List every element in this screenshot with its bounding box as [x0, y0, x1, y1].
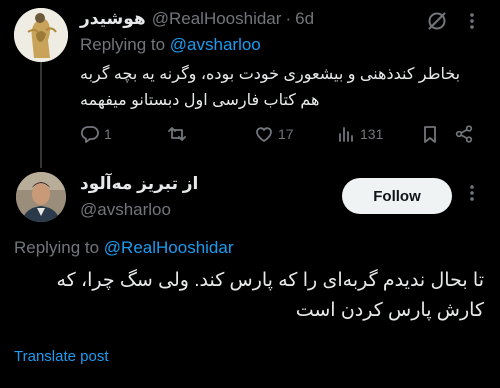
- handle[interactable]: @avsharloo: [80, 200, 171, 220]
- tweet-text: بخاطر کندذهنی و بیشعوری خودت بوده، وگرنه…: [80, 62, 484, 114]
- reply-tweet[interactable]: هوشیدر @RealHooshidar · 6d Replying to @…: [0, 0, 500, 168]
- thread-line: [40, 62, 42, 168]
- more-icon[interactable]: [462, 10, 482, 32]
- translate-post-link[interactable]: Translate post: [14, 348, 109, 365]
- reply-count: 1: [104, 126, 112, 142]
- replying-prefix: Replying to: [14, 238, 100, 257]
- replying-to: Replying to @avsharloo: [80, 35, 261, 55]
- display-name[interactable]: از تبریز مه‌آلود: [80, 174, 198, 194]
- bookmark-button[interactable]: [420, 122, 440, 146]
- action-bar: 1 17 131: [80, 122, 480, 146]
- share-icon: [454, 124, 474, 144]
- tweet-text-line: بخاطر کندذهنی و بیشعوری خودت بوده، وگرنه…: [80, 66, 461, 83]
- grok-icon[interactable]: [426, 10, 448, 32]
- display-name[interactable]: هوشیدر: [80, 9, 146, 29]
- replying-handle[interactable]: @RealHooshidar: [104, 238, 234, 257]
- share-button[interactable]: [454, 122, 474, 146]
- replying-to: Replying to @RealHooshidar: [14, 238, 234, 258]
- views-count: 131: [360, 126, 384, 142]
- like-icon: [254, 124, 274, 144]
- avatar[interactable]: [14, 8, 68, 62]
- tweet-text-line: هم کتاب فارسی اول دبستانو میفهمه: [80, 92, 320, 109]
- separator: ·: [285, 9, 292, 28]
- more-icon[interactable]: [462, 182, 482, 204]
- reply-button[interactable]: 1: [80, 122, 112, 146]
- bookmark-icon: [420, 124, 440, 144]
- replying-handle[interactable]: @avsharloo: [170, 35, 261, 54]
- follow-button[interactable]: Follow: [342, 178, 452, 214]
- like-button[interactable]: 17: [254, 122, 294, 146]
- tweet-text-line: تا بحال ندیدم گربه‌ای را که پارس کند. ول…: [56, 270, 485, 291]
- views-icon: [336, 124, 356, 144]
- avatar[interactable]: [16, 172, 66, 222]
- retweet-button[interactable]: [167, 122, 191, 146]
- tweet-text: تا بحال ندیدم گربه‌ای را که پارس کند. ول…: [14, 266, 485, 326]
- main-tweet: از تبریز مه‌آلود @avsharloo Follow Reply…: [0, 162, 500, 388]
- views-button[interactable]: 131: [336, 122, 383, 146]
- retweet-icon: [167, 124, 187, 144]
- like-count: 17: [278, 126, 294, 142]
- tweet-text-line: کارش پارس کردن است: [295, 300, 484, 321]
- handle[interactable]: @RealHooshidar: [152, 9, 282, 29]
- timestamp[interactable]: 6d: [295, 9, 314, 29]
- reply-icon: [80, 124, 100, 144]
- replying-prefix: Replying to: [80, 35, 166, 54]
